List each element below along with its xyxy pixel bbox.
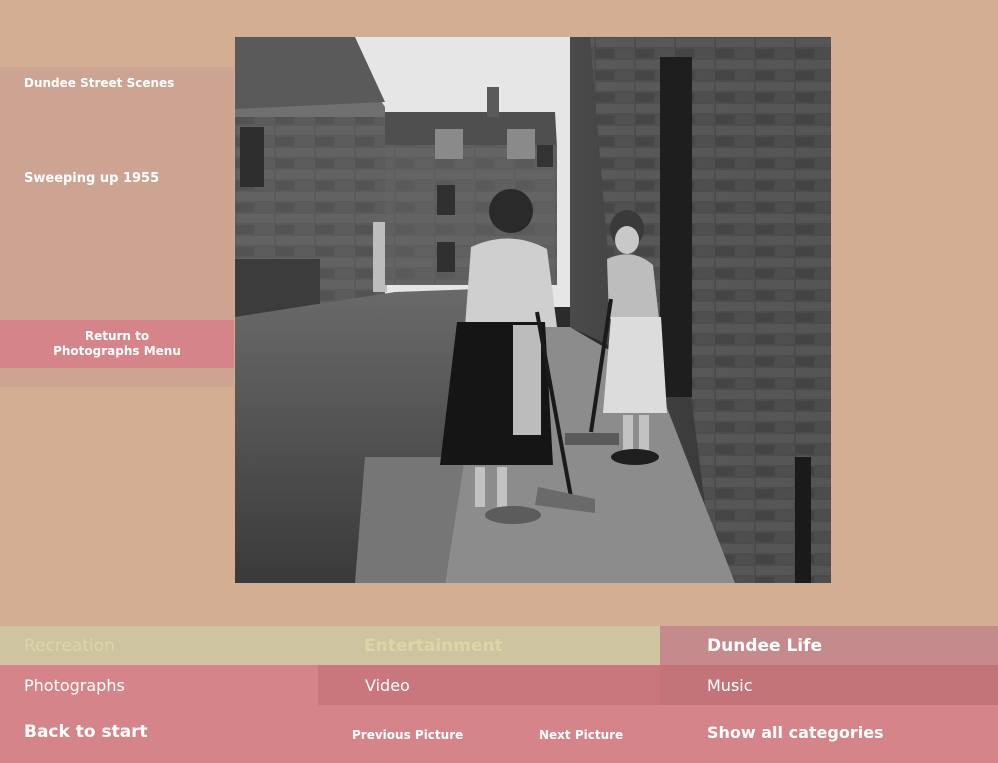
- tab-dundee-life[interactable]: Dundee Life: [660, 626, 998, 665]
- show-all-categories-button[interactable]: Show all categories: [707, 723, 884, 742]
- subtab-photographs-label: Photographs: [24, 675, 125, 695]
- return-to-photographs-menu-button[interactable]: Return to Photographs Menu: [0, 320, 234, 368]
- subtab-photographs[interactable]: Photographs: [0, 665, 318, 705]
- previous-picture-button[interactable]: Previous Picture: [352, 728, 463, 742]
- photograph: [235, 37, 831, 583]
- photograph-image: [235, 37, 831, 583]
- tab-entertainment-label: Entertainment: [364, 635, 503, 656]
- series-title: Dundee Street Scenes: [24, 76, 175, 90]
- tab-entertainment[interactable]: Entertainment: [318, 626, 660, 665]
- photo-title: Sweeping up 1955: [24, 171, 160, 186]
- subtab-video-label: Video: [365, 675, 410, 695]
- tab-recreation[interactable]: Recreation: [0, 626, 318, 665]
- back-to-start-button[interactable]: Back to start: [24, 722, 148, 742]
- tab-dundee-life-label: Dundee Life: [707, 635, 823, 656]
- tab-recreation-label: Recreation: [24, 635, 115, 656]
- subtab-music-label: Music: [707, 675, 753, 695]
- next-picture-button[interactable]: Next Picture: [539, 728, 623, 742]
- subtab-video[interactable]: Video: [318, 665, 660, 705]
- subtab-music[interactable]: Music: [660, 665, 998, 705]
